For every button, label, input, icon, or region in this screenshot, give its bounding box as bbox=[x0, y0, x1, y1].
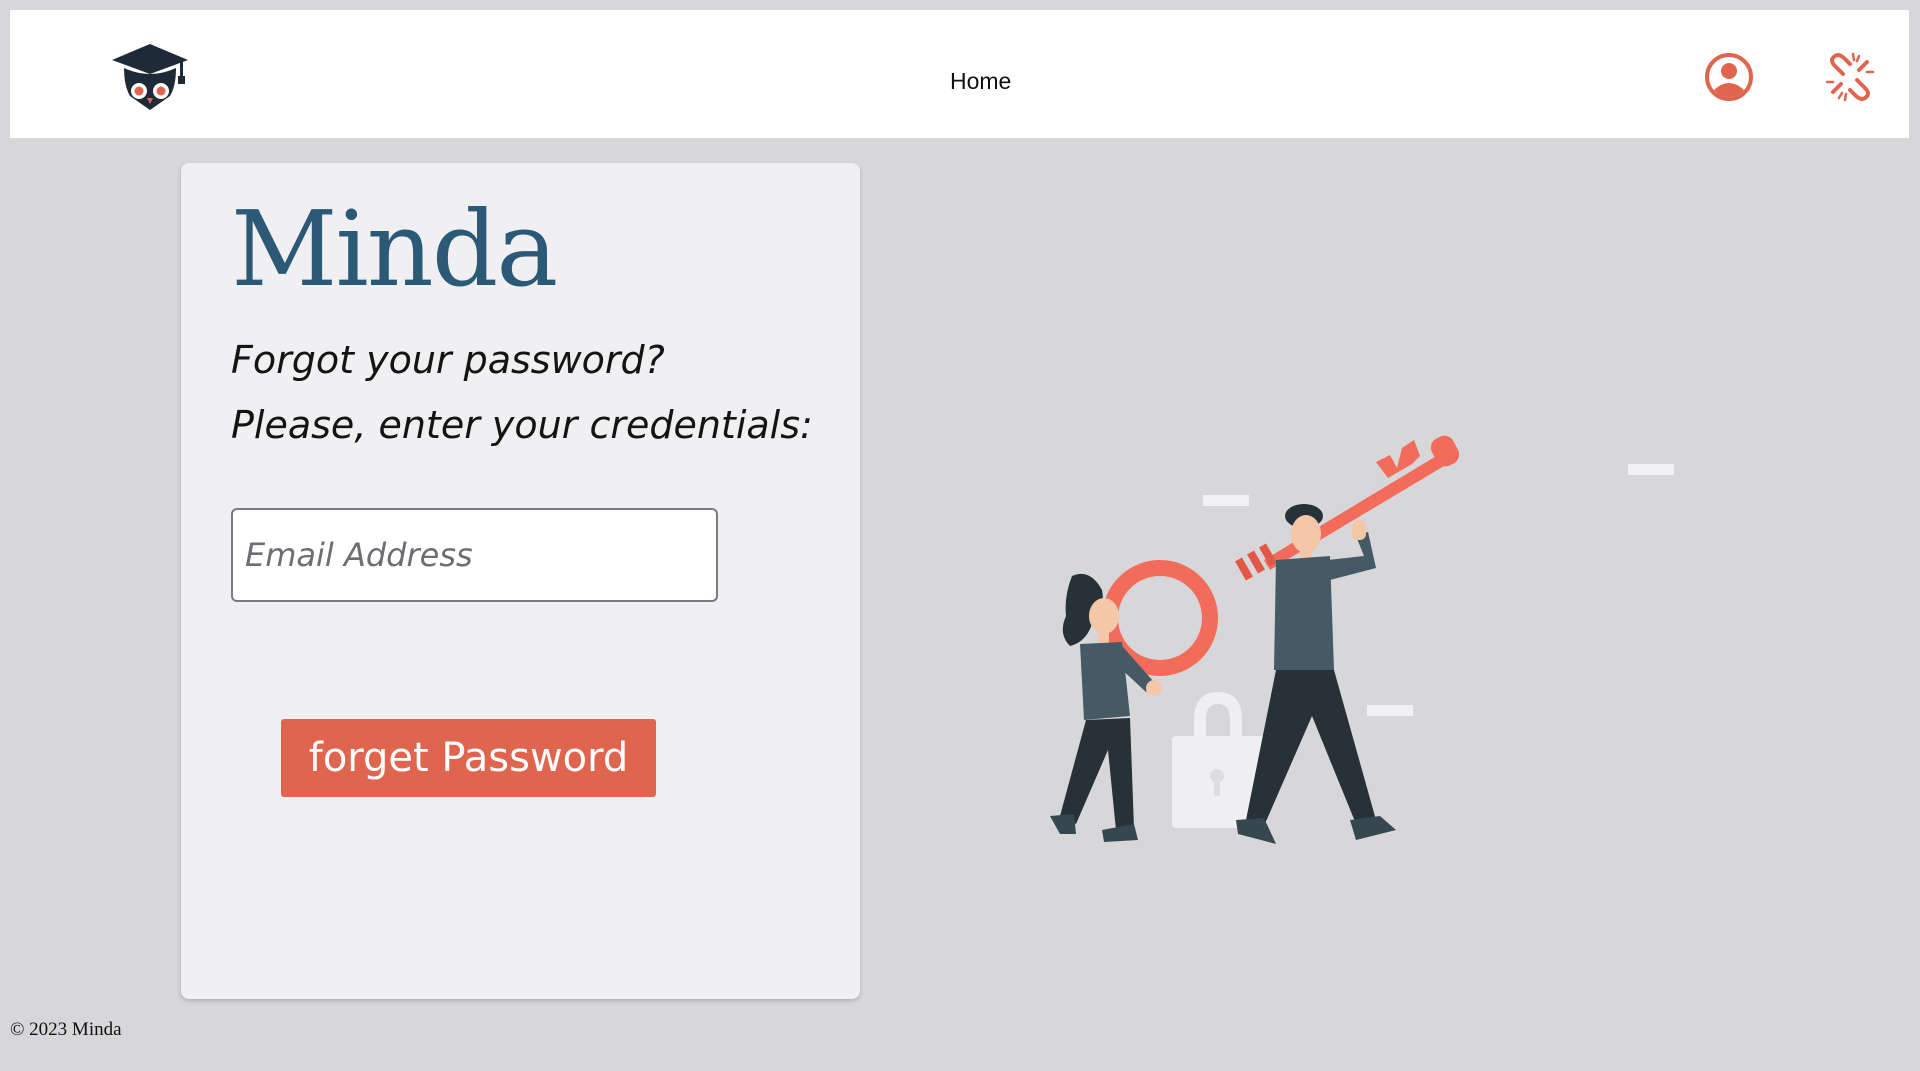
unlink-icon[interactable] bbox=[1823, 50, 1877, 104]
top-navbar: Home bbox=[10, 10, 1909, 138]
email-field[interactable] bbox=[231, 508, 718, 602]
forget-password-button[interactable]: forget Password bbox=[281, 719, 656, 797]
nav-home-link[interactable]: Home bbox=[950, 68, 1011, 95]
key-carrying-illustration bbox=[1050, 435, 1674, 844]
footer-copyright: © 2023 Minda bbox=[10, 1019, 122, 1040]
forgot-password-heading: Forgot your password? bbox=[231, 338, 665, 382]
forgot-password-card: Minda Forgot your password? Please, ente… bbox=[181, 163, 860, 999]
user-circle-icon[interactable] bbox=[1702, 50, 1756, 104]
brand-title: Minda bbox=[231, 188, 558, 310]
graduation-owl-logo[interactable] bbox=[110, 40, 190, 115]
credentials-instruction: Please, enter your credentials: bbox=[231, 403, 813, 447]
